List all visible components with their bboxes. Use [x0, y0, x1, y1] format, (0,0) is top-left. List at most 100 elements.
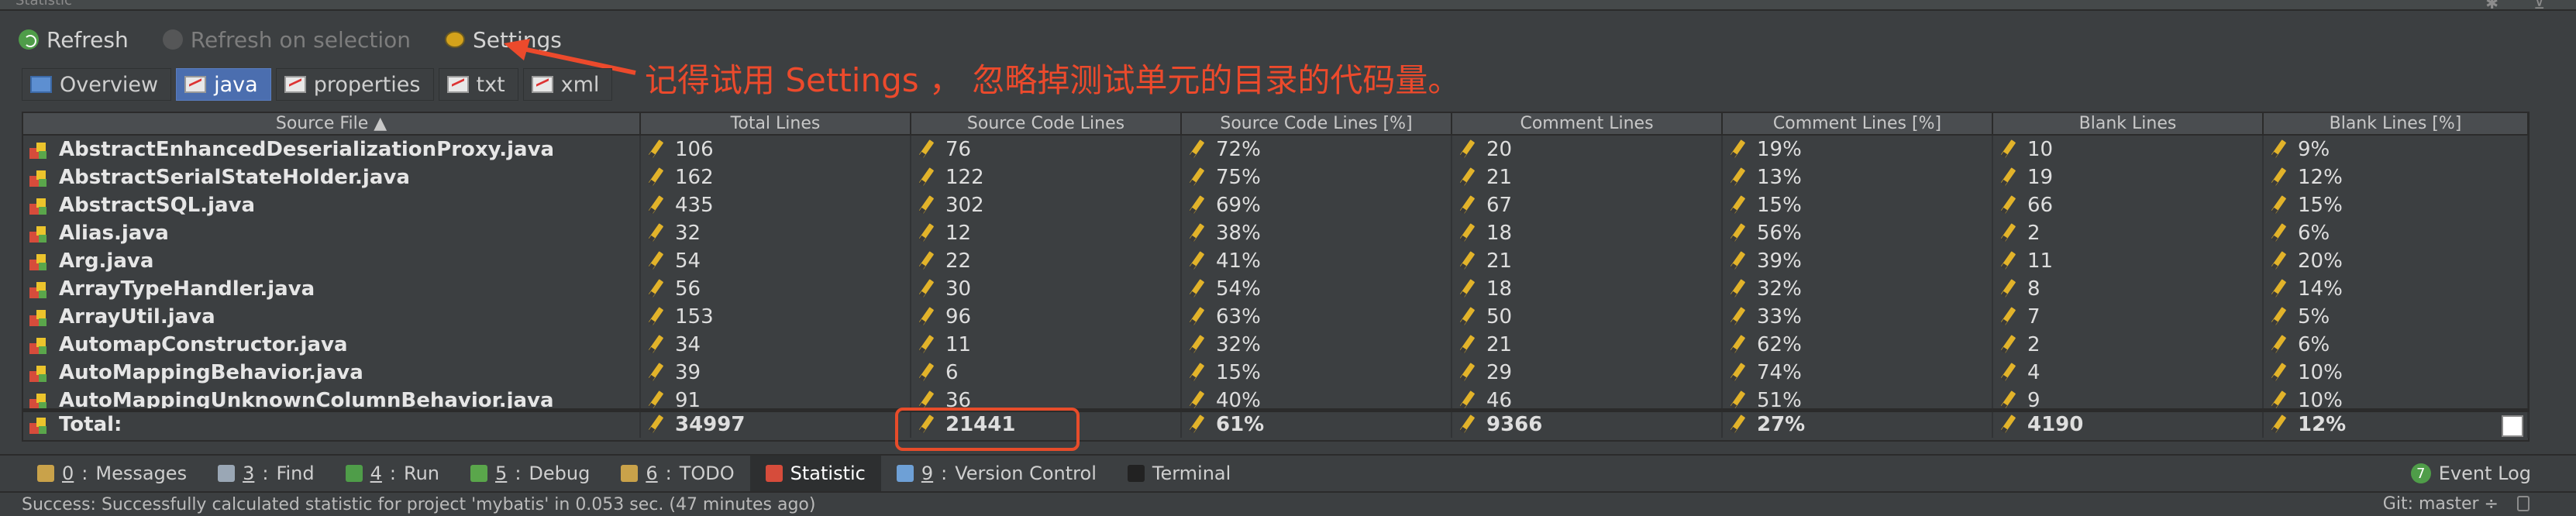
value-cell: 39 [640, 359, 911, 387]
value-cell: 39% [1722, 247, 1993, 275]
table-row[interactable]: ArrayTypeHandler.java 56 30 54% 18 32% 8 14% [23, 275, 2528, 303]
table-row[interactable]: ArrayUtil.java 153 96 63% 50 33% 7 5% [23, 303, 2528, 331]
cell-text: 32 [675, 222, 701, 245]
toolwindow-messages[interactable]: 0: Messages [22, 456, 202, 491]
column-header[interactable]: Source File ▲ [23, 113, 641, 136]
shortcut-separator: : [81, 463, 88, 484]
toolwindow-version-control[interactable]: 9: Version Control [881, 456, 1112, 491]
cell-text: 21 [1486, 166, 1513, 189]
refresh-on-selection-label: Refresh on selection [190, 26, 412, 53]
value-cell: 6 [911, 359, 1182, 387]
column-header[interactable]: Source Code Lines [%] [1181, 113, 1452, 136]
cell-text: ArrayUtil.java [59, 305, 215, 329]
toolwindow-label: Find [276, 463, 315, 484]
value-cell: 40% [1181, 387, 1452, 408]
event-log-button[interactable]: 7 Event Log [2410, 456, 2531, 491]
shortcut-key: 6 [646, 463, 658, 484]
settings-icon [445, 31, 466, 48]
cell-text: AutomapConstructor.java [59, 333, 348, 356]
pencil-icon [1999, 197, 2016, 214]
pencil-icon [1188, 364, 1205, 381]
tab-label: properties [313, 72, 421, 97]
pencil-icon [1188, 416, 1205, 433]
table-body[interactable]: AbstractEnhancedDeserializationProxy.jav… [23, 136, 2528, 410]
cell-text: 12% [2298, 166, 2343, 189]
table-row[interactable]: Alias.java 32 12 38% 18 56% 2 6% [23, 219, 2528, 247]
table-row[interactable]: AbstractSerialStateHolder.java 162 122 75% 2… [23, 163, 2528, 191]
column-header[interactable]: Comment Lines [1452, 113, 1723, 136]
pencil-icon [1729, 197, 1746, 214]
statistic-table: Source File ▲ Total Lines Source Code Line… [22, 112, 2530, 442]
column-header[interactable]: Blank Lines [%] [2263, 113, 2529, 136]
table-row[interactable]: AutomapConstructor.java 34 11 32% 21 62% 2 6% [23, 331, 2528, 359]
tab-txt[interactable]: txt [438, 68, 518, 101]
cell-text: 122 [945, 166, 984, 189]
pencil-icon [1729, 169, 1746, 186]
java-file-icon [29, 308, 48, 326]
pencil-icon [1729, 141, 1746, 158]
cell-text: 32% [1757, 277, 1802, 301]
toolwindow-debug[interactable]: 5: Debug [455, 456, 605, 491]
value-cell: 50 [1452, 303, 1723, 331]
chart-icon [184, 76, 207, 93]
value-cell: 9 [1992, 387, 2264, 408]
table-row[interactable]: AutoMappingBehavior.java 39 6 15% 29 74% 4 10% [23, 359, 2528, 387]
event-count-badge: 7 [2410, 463, 2431, 483]
pencil-icon [1999, 169, 2016, 186]
java-file-icon [29, 168, 48, 187]
pencil-icon [1999, 253, 2016, 270]
column-header[interactable]: Blank Lines [1992, 113, 2264, 136]
toolwindow-run[interactable]: 4: Run [330, 456, 455, 491]
cell-text: 2 [2027, 333, 2040, 356]
cell-text: 76 [945, 138, 972, 161]
column-header[interactable]: Source Code Lines [911, 113, 1182, 136]
value-cell: 122 [911, 163, 1182, 191]
tab-java[interactable]: java [176, 68, 271, 101]
cell-text: 36 [945, 389, 972, 410]
value-cell: 22 [911, 247, 1182, 275]
value-cell: 32 [640, 219, 911, 247]
table-row[interactable]: AbstractSQL.java 435 302 69% 67 15% 66 15% [23, 191, 2528, 219]
tab-overview[interactable]: Overview [22, 68, 172, 101]
gear-icon[interactable]: ✱ [2485, 0, 2499, 12]
cell-text: AutoMappingUnknownColumnBehavior.java [59, 389, 554, 410]
refresh-button[interactable]: Refresh [19, 27, 129, 53]
column-header[interactable]: Comment Lines [%] [1722, 113, 1993, 136]
file-name-cell: Alias.java [23, 219, 641, 247]
value-cell: 21 [1452, 331, 1723, 359]
cell-text: 18 [1486, 277, 1513, 301]
value-cell: 9366 [1452, 410, 1723, 438]
pencil-icon [1458, 169, 1476, 186]
todo-icon [621, 465, 639, 482]
table-row[interactable]: AbstractEnhancedDeserializationProxy.jav… [23, 136, 2528, 163]
java-file-icon [29, 140, 48, 159]
table-row[interactable]: AutoMappingUnknownColumnBehavior.java 91 3… [23, 387, 2528, 410]
shortcut-key: 3 [243, 463, 255, 484]
pencil-icon [2270, 169, 2287, 186]
table-header-row: Source File ▲ Total Lines Source Code Line… [23, 113, 2529, 136]
java-file-icon [29, 363, 48, 382]
toolwindow-label: Debug [529, 463, 591, 484]
toolwindow-label: TODO [679, 463, 735, 484]
tab-xml[interactable]: xml [522, 68, 613, 101]
pencil-icon [1999, 308, 2016, 325]
value-cell: 91 [640, 387, 911, 410]
cell-text: 91 [675, 389, 701, 410]
toolwindow-statistic[interactable]: Statistic [749, 456, 881, 491]
toolwindow-find[interactable]: 3: Find [202, 456, 330, 491]
corner-checkbox[interactable] [2502, 415, 2523, 437]
git-branch-widget[interactable]: Git: master ÷ [2383, 494, 2499, 514]
toolwindow-todo[interactable]: 6: TODO [605, 456, 749, 491]
value-cell: 11 [911, 331, 1182, 359]
toolwindow-terminal[interactable]: Terminal [1112, 456, 1246, 491]
refresh-on-selection-button[interactable]: Refresh on selection [162, 26, 412, 53]
column-header[interactable]: Total Lines [640, 113, 911, 136]
pencil-icon [1188, 280, 1205, 298]
hide-icon[interactable]: ⊻ [2533, 0, 2545, 12]
table-row[interactable]: Arg.java 54 22 41% 21 39% 11 20% [23, 247, 2528, 275]
file-name-cell: ArrayTypeHandler.java [23, 275, 641, 303]
lock-icon[interactable] [2517, 496, 2530, 511]
toolwindow-label: Messages [95, 463, 188, 484]
value-cell: 32% [1722, 275, 1993, 303]
tab-properties[interactable]: properties [275, 68, 434, 101]
